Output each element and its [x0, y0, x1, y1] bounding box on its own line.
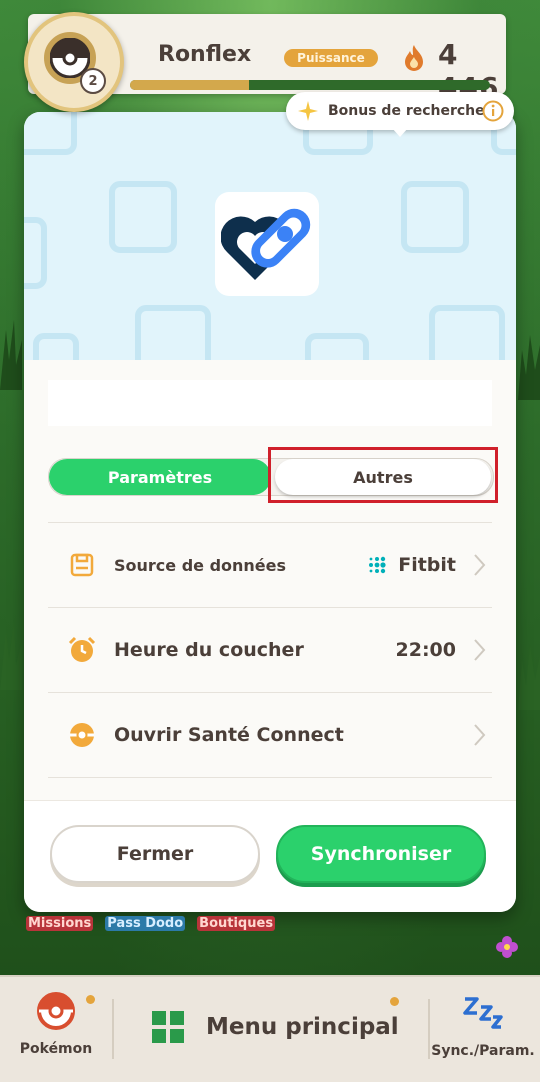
setting-row-bedtime[interactable]: Heure du coucher 22:00: [48, 607, 492, 692]
bottom-navigation: Pokémon Menu principal Sync./Param.: [0, 975, 540, 1082]
research-bonus-pill[interactable]: Bonus de recherche: [286, 92, 514, 130]
close-button[interactable]: Fermer: [50, 825, 260, 883]
chevron-right-icon: [474, 554, 486, 576]
health-connect-app-icon: [215, 192, 319, 296]
nav-divider: [112, 999, 114, 1059]
setting-label: Heure du coucher: [114, 639, 304, 661]
flame-icon: [405, 45, 423, 71]
bedtime-value: 22:00: [395, 639, 456, 661]
setting-label: Source de données: [114, 555, 287, 575]
health-connect-icon: [221, 208, 311, 280]
grass-decoration: [518, 335, 540, 400]
snorlax-badge[interactable]: 2: [24, 12, 124, 112]
settings-list: Source de données Fitbit Heure du couche…: [48, 522, 492, 778]
missions-label[interactable]: Missions: [26, 916, 94, 931]
health-connect-open-icon: [68, 721, 96, 749]
nav-sync-label: Sync./Param.: [431, 1043, 535, 1059]
level-badge: 2: [80, 68, 106, 94]
pokeball-icon: [37, 992, 75, 1030]
setting-value: Fitbit: [366, 554, 456, 576]
power-progress-bar: [130, 80, 490, 90]
power-progress-fill: [130, 80, 249, 90]
setting-row-open-health-connect[interactable]: Ouvrir Santé Connect: [48, 692, 492, 778]
grid-menu-icon: [152, 1011, 184, 1043]
chevron-right-icon: [474, 639, 486, 661]
nav-main-menu[interactable]: Menu principal: [150, 1001, 410, 1053]
chevron-right-icon: [474, 724, 486, 746]
pass-dodo-label[interactable]: Pass Dodo: [105, 916, 186, 931]
tab-parametres[interactable]: Paramètres: [49, 459, 271, 495]
grass-decoration: [0, 620, 22, 690]
bonus-pointer: [392, 128, 408, 137]
info-icon[interactable]: [482, 100, 504, 122]
nav-main-menu-label: Menu principal: [206, 1014, 399, 1040]
fitbit-icon: [369, 556, 386, 574]
setting-label: Ouvrir Santé Connect: [114, 724, 344, 746]
highlight-annotation: [268, 447, 498, 503]
flower-icon: [496, 936, 518, 958]
nav-sync-settings[interactable]: Sync./Param.: [430, 993, 536, 1059]
content-placeholder: [48, 380, 492, 426]
pokemon-name: Ronflex: [158, 42, 252, 67]
notification-dot: [390, 997, 399, 1006]
dialog-hero: [24, 112, 516, 360]
dialog-footer: Fermer Synchroniser: [24, 800, 516, 912]
settings-dialog: Paramètres Autres Source de données Fitb…: [24, 112, 516, 912]
data-source-value: Fitbit: [398, 554, 456, 576]
sync-button[interactable]: Synchroniser: [276, 825, 486, 883]
grass-decoration: [0, 320, 22, 390]
sleep-zzz-icon: [463, 997, 503, 1029]
shortcut-labels: Missions Pass Dodo Boutiques: [26, 916, 276, 931]
shops-label[interactable]: Boutiques: [197, 916, 276, 931]
nav-pokemon-label: Pokémon: [19, 1041, 93, 1057]
notification-dot: [86, 995, 95, 1004]
power-tag: Puissance: [284, 49, 378, 67]
setting-row-data-source[interactable]: Source de données Fitbit: [48, 522, 492, 607]
grass-decoration: [518, 645, 540, 710]
alarm-clock-icon: [68, 636, 96, 664]
sparkle-icon: [298, 101, 318, 121]
save-icon: [68, 551, 96, 579]
research-bonus-label: Bonus de recherche: [328, 103, 485, 119]
